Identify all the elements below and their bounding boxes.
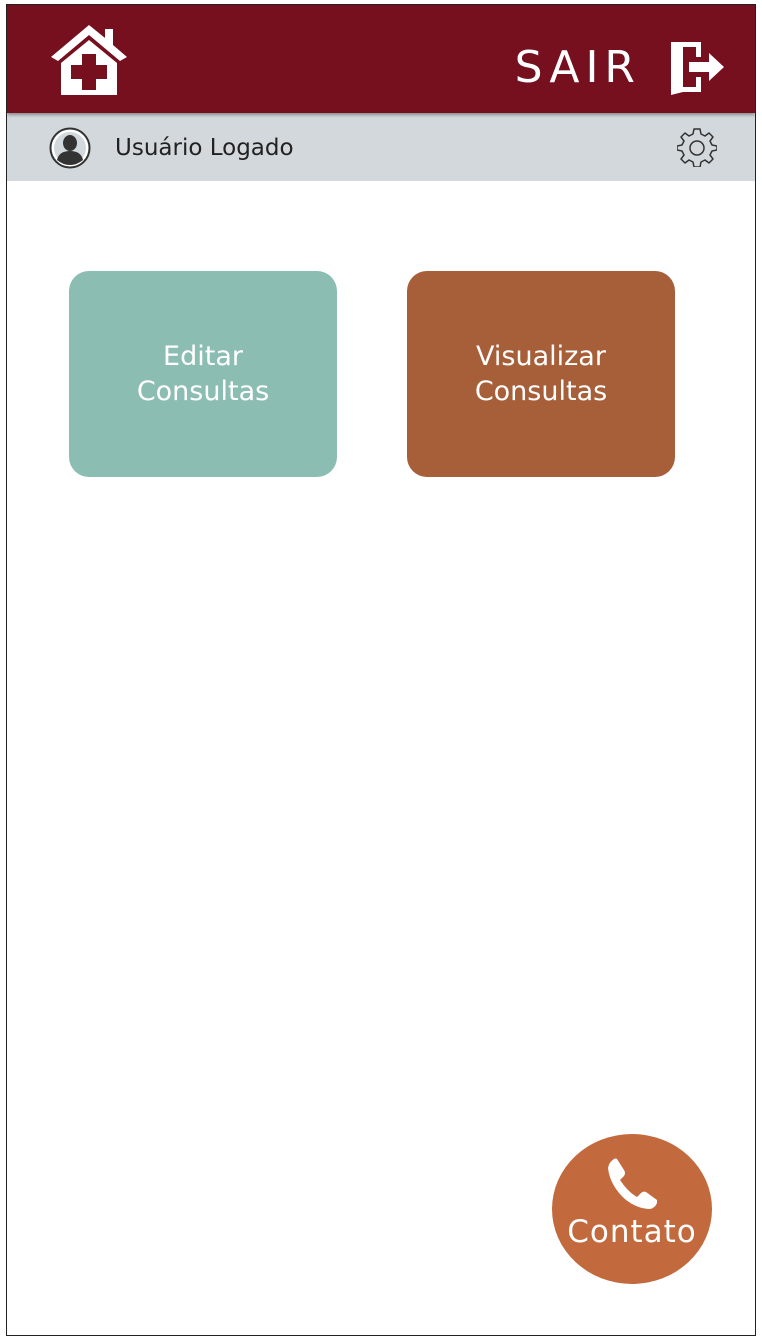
edit-appointments-label: Editar Consultas [137, 339, 269, 409]
edit-appointments-tile[interactable]: Editar Consultas [69, 271, 337, 477]
view-appointments-line2: Consultas [474, 376, 608, 407]
view-appointments-line1: Visualizar [476, 341, 606, 372]
logout-button[interactable]: SAIR [515, 39, 727, 95]
top-bar: SAIR [7, 5, 755, 113]
contact-label: Contato [567, 1214, 697, 1250]
user-bar: Usuário Logado [7, 113, 755, 181]
phone-icon [608, 1158, 657, 1209]
logged-user-name: Usuário Logado [115, 135, 294, 161]
home-button[interactable] [47, 21, 131, 97]
door-exit-arrow-icon [671, 42, 724, 95]
contact-button[interactable]: Contato [552, 1134, 712, 1284]
user-avatar [49, 127, 91, 169]
edit-appointments-line2: Consultas [136, 376, 270, 407]
user-avatar-icon [49, 127, 91, 169]
view-appointments-tile[interactable]: Visualizar Consultas [407, 271, 675, 477]
logout-label: SAIR [514, 41, 641, 93]
home-medical-cross-icon [51, 25, 127, 95]
edit-appointments-line1: Editar [163, 341, 243, 372]
settings-button[interactable] [677, 127, 717, 167]
gear-icon [677, 128, 717, 167]
app-screen: SAIR Usuário Logado Editar Consultas Vis… [6, 4, 756, 1336]
view-appointments-label: Visualizar Consultas [475, 339, 607, 409]
